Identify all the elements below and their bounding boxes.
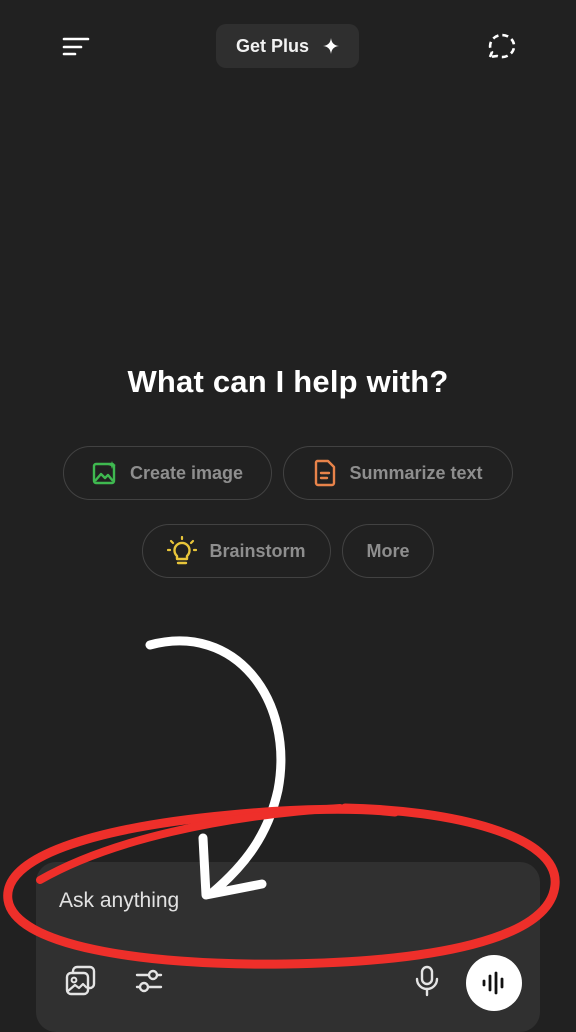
get-plus-label: Get Plus xyxy=(235,35,310,56)
suggestion-create-image[interactable]: Create image xyxy=(63,446,272,500)
voice-mode-button[interactable] xyxy=(466,955,522,1011)
new-chat-button[interactable] xyxy=(474,24,526,68)
suggestion-label: Create image xyxy=(129,462,244,483)
voice-waveform-icon xyxy=(482,971,504,995)
document-icon xyxy=(315,459,336,487)
image-icon xyxy=(92,461,116,485)
menu-icon xyxy=(62,37,90,56)
suggestion-summarize-text[interactable]: Summarize text xyxy=(283,446,513,500)
page-title: What can I help with? xyxy=(127,364,449,399)
sparkle-icon xyxy=(323,38,340,54)
microphone-icon xyxy=(415,965,439,997)
suggestion-more[interactable]: More xyxy=(342,524,434,578)
photos-icon xyxy=(65,965,96,996)
microphone-button[interactable] xyxy=(407,960,447,1002)
ask-input[interactable] xyxy=(59,884,439,918)
attach-photos-button[interactable] xyxy=(60,960,102,1002)
suggestion-label: Summarize text xyxy=(349,462,483,483)
get-plus-button[interactable]: Get Plus xyxy=(216,24,359,68)
sliders-icon xyxy=(135,969,163,993)
composer xyxy=(36,862,540,1032)
annotation-arrow xyxy=(145,636,286,898)
lightbulb-icon xyxy=(167,536,198,565)
suggestion-label: More xyxy=(366,540,410,561)
suggestion-label: Brainstorm xyxy=(209,540,306,561)
menu-button[interactable] xyxy=(50,24,102,68)
new-chat-icon xyxy=(488,33,516,59)
tools-button[interactable] xyxy=(128,960,170,1002)
suggestion-brainstorm[interactable]: Brainstorm xyxy=(142,524,331,578)
